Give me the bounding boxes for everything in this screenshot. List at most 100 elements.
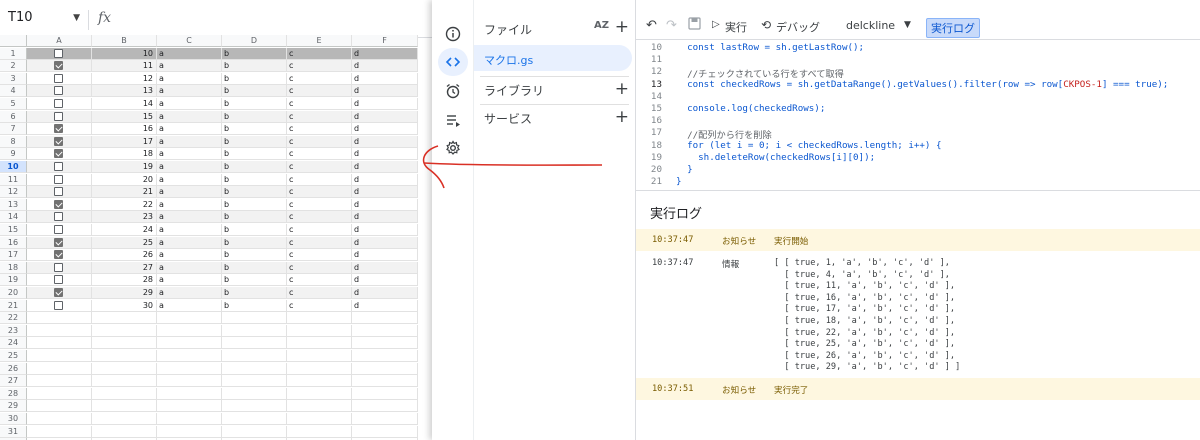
cell-f[interactable]: d: [352, 261, 418, 274]
column-header-f[interactable]: F: [352, 35, 418, 47]
row-number[interactable]: 4: [0, 85, 27, 98]
cell-e[interactable]: [287, 375, 352, 388]
cell-e[interactable]: c: [287, 299, 352, 312]
row-number[interactable]: 23: [0, 324, 27, 337]
cell-e[interactable]: c: [287, 287, 352, 299]
cell-f[interactable]: d: [352, 236, 418, 249]
cell-b[interactable]: 11: [92, 60, 157, 73]
cell-f[interactable]: d: [352, 85, 418, 98]
cell-f[interactable]: d: [352, 135, 418, 148]
cell-b[interactable]: [92, 324, 157, 337]
cell-f[interactable]: d: [352, 123, 418, 136]
column-header-e[interactable]: E: [287, 35, 352, 47]
cell-d[interactable]: b: [222, 249, 287, 262]
cell-c[interactable]: a: [157, 211, 222, 224]
sort-az-icon[interactable]: AZ: [594, 20, 609, 31]
redo-icon[interactable]: ↷: [666, 18, 677, 33]
code-line[interactable]: 17 //配列から行を削除: [636, 127, 1200, 141]
cell-b[interactable]: 27: [92, 261, 157, 274]
cell-d[interactable]: b: [222, 198, 287, 211]
cell-e[interactable]: [287, 337, 352, 350]
cell-d[interactable]: b: [222, 110, 287, 123]
cell-d[interactable]: b: [222, 261, 287, 274]
cell-b[interactable]: 19: [92, 161, 157, 173]
cell-a[interactable]: [27, 186, 92, 199]
checkbox[interactable]: [54, 262, 63, 272]
cell-d[interactable]: b: [222, 211, 287, 224]
cell-c[interactable]: a: [157, 186, 222, 199]
execution-log-button[interactable]: 実行ログ: [926, 18, 980, 38]
name-box[interactable]: T10 ▼: [8, 10, 80, 30]
cell-c[interactable]: [157, 312, 222, 325]
cell-c[interactable]: a: [157, 287, 222, 299]
cell-d[interactable]: [222, 413, 287, 425]
cell-b[interactable]: [92, 387, 157, 400]
cell-c[interactable]: [157, 375, 222, 388]
cell-e[interactable]: [287, 362, 352, 375]
chevron-down-icon[interactable]: ▼: [904, 20, 911, 30]
cell-a[interactable]: [27, 110, 92, 123]
checkbox[interactable]: [54, 174, 63, 184]
cell-c[interactable]: [157, 400, 222, 413]
row-number[interactable]: 2: [0, 60, 27, 73]
cell-a[interactable]: [27, 249, 92, 262]
add-service-icon[interactable]: +: [615, 109, 629, 126]
code-line[interactable]: 21}: [636, 176, 1200, 188]
cell-f[interactable]: d: [352, 287, 418, 299]
row-number[interactable]: 3: [0, 72, 27, 85]
save-icon[interactable]: [688, 17, 701, 33]
cell-f[interactable]: d: [352, 98, 418, 110]
checkbox[interactable]: [54, 237, 63, 247]
row-number[interactable]: 5: [0, 98, 27, 110]
executions-icon[interactable]: [438, 106, 468, 134]
cell-d[interactable]: b: [222, 224, 287, 236]
cell-f[interactable]: d: [352, 211, 418, 224]
cell-f[interactable]: [352, 413, 418, 425]
cell-d[interactable]: [222, 387, 287, 400]
cell-d[interactable]: [222, 312, 287, 325]
checkbox[interactable]: [54, 149, 63, 159]
cell-d[interactable]: b: [222, 148, 287, 161]
cell-e[interactable]: c: [287, 72, 352, 85]
checkbox[interactable]: [54, 288, 63, 297]
cell-c[interactable]: [157, 350, 222, 362]
row-number[interactable]: 7: [0, 123, 27, 136]
cell-d[interactable]: b: [222, 161, 287, 173]
cell-f[interactable]: [352, 375, 418, 388]
cell-f[interactable]: [352, 350, 418, 362]
column-header-a[interactable]: A: [27, 35, 92, 47]
cell-a[interactable]: [27, 85, 92, 98]
cell-f[interactable]: [352, 400, 418, 413]
cell-c[interactable]: a: [157, 198, 222, 211]
cell-d[interactable]: [222, 350, 287, 362]
cell-b[interactable]: 30: [92, 299, 157, 312]
cell-d[interactable]: b: [222, 47, 287, 60]
row-number[interactable]: 14: [0, 211, 27, 224]
debug-button[interactable]: デバッグ: [776, 19, 820, 35]
cell-e[interactable]: [287, 425, 352, 438]
checkbox[interactable]: [54, 73, 63, 83]
cell-e[interactable]: [287, 312, 352, 325]
cell-e[interactable]: c: [287, 85, 352, 98]
cell-e[interactable]: c: [287, 198, 352, 211]
cell-a[interactable]: [27, 375, 92, 388]
cell-a[interactable]: [27, 47, 92, 60]
row-number[interactable]: 10: [0, 161, 27, 173]
code-line[interactable]: 16: [636, 115, 1200, 127]
cell-c[interactable]: [157, 387, 222, 400]
cell-b[interactable]: 23: [92, 211, 157, 224]
row-number[interactable]: 18: [0, 261, 27, 274]
code-line[interactable]: 18 for (let i = 0; i < checkedRows.lengt…: [636, 140, 1200, 152]
cell-b[interactable]: 24: [92, 224, 157, 236]
checkbox[interactable]: [54, 61, 63, 71]
cell-e[interactable]: c: [287, 261, 352, 274]
cell-b[interactable]: 12: [92, 72, 157, 85]
cell-a[interactable]: [27, 287, 92, 299]
cell-d[interactable]: b: [222, 299, 287, 312]
cell-c[interactable]: [157, 362, 222, 375]
cell-e[interactable]: c: [287, 274, 352, 287]
row-number[interactable]: 1: [0, 47, 27, 60]
cell-d[interactable]: b: [222, 186, 287, 199]
cell-a[interactable]: [27, 161, 92, 173]
cell-a[interactable]: [27, 173, 92, 186]
